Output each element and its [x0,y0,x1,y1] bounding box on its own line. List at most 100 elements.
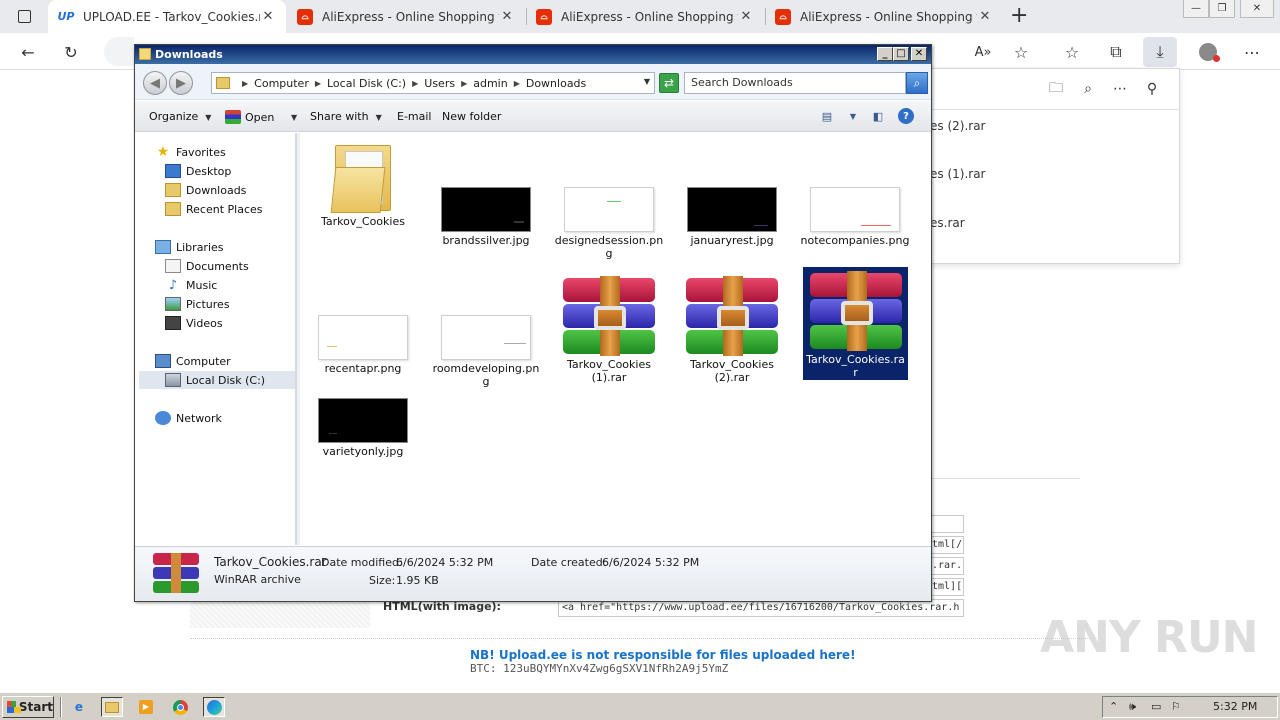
close-tab-icon[interactable]: ✕ [738,9,754,24]
breadcrumb[interactable]: ▶ Computer ▶ Local Disk (C:) ▶ Users ▶ a… [211,72,655,94]
more-options-icon[interactable]: ⋯ [1110,79,1130,99]
share-with-button[interactable]: Share with ▼ [310,110,382,123]
network-status-icon[interactable]: ▭ [1151,700,1161,713]
file-item[interactable]: varietyonly.jpg [305,398,421,458]
downloads-icon[interactable]: ⤓ [1143,37,1177,67]
close-tab-icon[interactable]: ✕ [260,9,276,24]
nav-network[interactable]: Network [155,409,222,427]
forward-button[interactable]: ▶ [169,71,193,95]
code-snippet-field[interactable]: tml[/ [930,536,964,554]
file-item[interactable]: Tarkov_Cookies [305,141,421,228]
profile-button[interactable] [1195,39,1221,65]
help-icon[interactable]: ? [898,108,914,124]
preview-pane-icon[interactable]: ◧ [870,108,886,124]
chrome-icon[interactable] [169,697,191,717]
volume-icon[interactable]: 🕪 [1129,700,1136,714]
chevron-right-icon[interactable]: ▶ [461,79,467,88]
code-snippet-field[interactable] [930,515,964,533]
nav-pictures[interactable]: Pictures [165,295,230,313]
nav-recent-places[interactable]: Recent Places [165,200,263,218]
download-item[interactable]: es (1).rar [930,167,985,181]
tab-actions-button[interactable] [10,6,38,26]
close-button[interactable]: ✕ [911,47,927,61]
search-downloads-icon[interactable]: ⌕ [1078,79,1098,99]
file-item[interactable]: recentapr.png [305,315,421,375]
breadcrumb-computer[interactable]: Computer [254,77,309,90]
read-aloud-icon[interactable]: A» [970,39,996,65]
file-item[interactable]: designedsession.png [551,187,667,260]
file-item[interactable]: notecompanies.png [797,187,913,247]
restore-browser-button[interactable]: ❐ [1209,0,1235,18]
tab-aliexpress-1[interactable]: ⌓ AliExpress - Online Shopping für ✕ [287,0,525,33]
file-item[interactable]: brandssilver.jpg [428,187,544,247]
reload-icon[interactable]: ↻ [58,39,84,65]
maximize-button[interactable]: □ [893,47,909,61]
minimize-button[interactable]: _ [877,47,893,61]
search-input[interactable]: Search Downloads [684,72,906,94]
explorer-title-bar[interactable]: Downloads [135,45,931,64]
show-hidden-icons-icon[interactable]: ⌃ [1109,700,1118,713]
code-snippet-field[interactable]: tml][ [930,578,964,596]
file-item[interactable]: Tarkov_Cookies (1).rar [551,276,667,384]
chevron-right-icon[interactable]: ▶ [242,79,248,88]
close-tab-icon[interactable]: ✕ [499,9,515,24]
minimize-browser-button[interactable]: — [1183,0,1209,18]
nav-documents[interactable]: Documents [165,257,249,275]
open-dropdown-button[interactable]: ▼ [284,110,297,123]
collections-icon[interactable]: ⧉ [1103,39,1129,65]
breadcrumb-local-disk[interactable]: Local Disk (C:) [327,77,406,90]
open-button[interactable]: Open [225,110,274,124]
tab-upload-ee[interactable]: UP UPLOAD.EE - Tarkov_Cookies.rar ✕ [48,0,286,33]
add-favorite-icon[interactable]: ☆ [1008,39,1034,65]
windows-explorer-icon[interactable] [101,697,123,717]
action-center-flag-icon[interactable]: ⚐ [1171,700,1181,713]
nav-computer[interactable]: Computer [155,352,231,370]
email-button[interactable]: E-mail [397,110,432,123]
code-snippet-field[interactable]: .rar.h [930,557,964,575]
nav-local-disk[interactable]: Local Disk (C:) [139,371,295,389]
new-folder-button[interactable]: New folder [442,110,501,123]
nav-libraries[interactable]: Libraries [155,238,224,256]
pane-splitter[interactable] [296,133,300,545]
breadcrumb-downloads[interactable]: Downloads [526,77,586,90]
favorites-icon[interactable]: ☆ [1059,39,1085,65]
pin-icon[interactable]: ⚲ [1142,79,1162,99]
start-button[interactable]: Start [2,696,54,718]
clock[interactable]: 5:32 PM [1213,700,1257,713]
download-item[interactable]: es (2).rar [930,119,985,133]
nav-desktop[interactable]: Desktop [165,162,231,180]
file-item[interactable]: roomdeveloping.png [428,315,544,388]
more-menu-icon[interactable]: ⋯ [1239,39,1265,65]
nav-favorites[interactable]: ★ Favorites [155,143,226,161]
internet-explorer-icon[interactable]: e [68,697,90,717]
back-arrow-icon[interactable]: ← [15,39,41,65]
chevron-right-icon[interactable]: ▶ [412,79,418,88]
new-tab-button[interactable]: + [1010,3,1028,28]
address-bar[interactable] [104,37,134,66]
close-browser-button[interactable]: ✕ [1240,0,1274,18]
tab-aliexpress-3[interactable]: ⌓ AliExpress - Online Shopping für ✕ [765,0,1003,33]
chevron-down-icon[interactable]: ▼ [644,77,650,86]
chevron-right-icon[interactable]: ▶ [315,79,321,88]
open-downloads-folder-icon[interactable]: 🗀 [1046,79,1066,99]
download-item[interactable]: es.rar [930,216,965,230]
nav-music[interactable]: ♪ Music [165,276,217,294]
tab-aliexpress-2[interactable]: ⌓ AliExpress - Online Shopping für ✕ [526,0,764,33]
nav-downloads[interactable]: Downloads [165,181,246,199]
file-item[interactable]: januaryrest.jpg [674,187,790,247]
media-player-icon[interactable]: ▶ [135,697,157,717]
organize-button[interactable]: Organize ▼ [149,110,211,123]
view-options-chevron-icon[interactable]: ▼ [845,108,861,124]
nav-videos[interactable]: Videos [165,314,223,332]
chevron-right-icon[interactable]: ▶ [514,79,520,88]
search-icon[interactable]: ⌕ [906,72,928,94]
breadcrumb-admin[interactable]: admin [473,77,507,90]
refresh-icon[interactable]: ⇄ [659,73,679,93]
file-item[interactable]: Tarkov_Cookies (2).rar [674,276,790,384]
back-button[interactable]: ◀ [143,71,167,95]
close-tab-icon[interactable]: ✕ [977,9,993,24]
file-item-selected[interactable]: Tarkov_Cookies.rar [803,267,908,380]
breadcrumb-users[interactable]: Users [424,77,455,90]
change-view-icon[interactable]: ▤ [819,108,835,124]
edge-icon[interactable] [203,697,225,717]
